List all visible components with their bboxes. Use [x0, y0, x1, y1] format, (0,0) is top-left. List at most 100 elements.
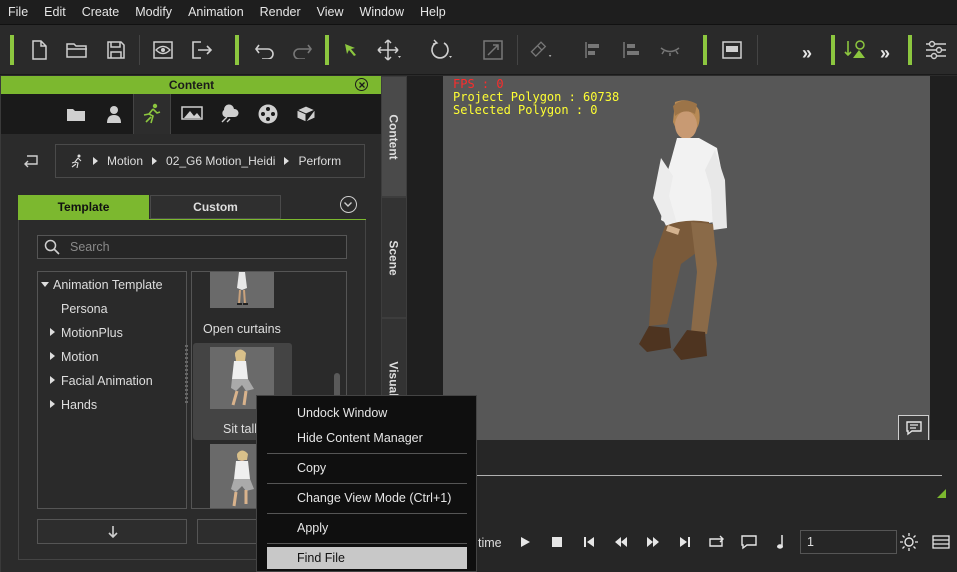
- chat-bubble-icon[interactable]: [898, 415, 929, 441]
- transform-icon[interactable]: [843, 37, 869, 63]
- menu-file[interactable]: File: [0, 0, 36, 25]
- tree-item-label: Persona: [61, 302, 108, 316]
- menu-window[interactable]: Window: [352, 0, 412, 25]
- menu-edit[interactable]: Edit: [36, 0, 74, 25]
- menu-modify[interactable]: Modify: [127, 0, 180, 25]
- back-icon[interactable]: [21, 152, 41, 168]
- stage-icon[interactable]: [173, 94, 211, 134]
- folder-icon[interactable]: [57, 94, 95, 134]
- thumbnail-caption: Open curtains: [203, 322, 281, 336]
- chevron-right-icon[interactable]: [50, 400, 55, 408]
- tree-item-facial-animation[interactable]: Facial Animation: [50, 374, 153, 388]
- previous-frame-icon[interactable]: [610, 531, 632, 553]
- menu-separator: [267, 453, 467, 454]
- move-icon[interactable]: [376, 37, 402, 63]
- menu-view[interactable]: View: [309, 0, 352, 25]
- search-input[interactable]: Search: [37, 235, 347, 259]
- toolbar-separator: [235, 35, 239, 65]
- go-to-end-icon[interactable]: [674, 531, 696, 553]
- chevron-right-icon[interactable]: [50, 352, 55, 360]
- chevron-down-icon[interactable]: [340, 196, 357, 213]
- tree-item-animation-template[interactable]: Animation Template: [41, 278, 163, 292]
- panel-toggle-icon[interactable]: [930, 531, 952, 553]
- save-icon[interactable]: [103, 37, 129, 63]
- select-arrow-icon[interactable]: [337, 37, 363, 63]
- search-placeholder: Search: [70, 240, 110, 254]
- picture-in-picture-icon[interactable]: [719, 37, 745, 63]
- rotate-icon[interactable]: [428, 37, 454, 63]
- 3d-viewport[interactable]: FPS : 0 Project Polygon : 60738 Selected…: [443, 76, 930, 440]
- download-button[interactable]: [37, 519, 187, 544]
- timeline-track[interactable]: [440, 475, 942, 476]
- frame-number-input[interactable]: 1: [800, 530, 897, 554]
- undo-icon[interactable]: [252, 37, 278, 63]
- link-icon[interactable]: [528, 37, 554, 63]
- panel-title: Content: [168, 78, 215, 92]
- props-box-icon[interactable]: [287, 94, 325, 134]
- breadcrumb-separator: [152, 157, 158, 165]
- selected-polygon-readout: Selected Polygon : 0: [453, 103, 598, 117]
- menu-item-hide-content-manager[interactable]: Hide Content Manager: [267, 427, 467, 449]
- tree-item-label: Animation Template: [53, 278, 163, 292]
- open-folder-icon[interactable]: [64, 37, 90, 63]
- menu-item-copy[interactable]: Copy: [267, 457, 467, 479]
- music-note-icon[interactable]: [770, 531, 792, 553]
- toolbar-overflow-button[interactable]: »: [802, 43, 812, 64]
- side-tab-content[interactable]: Content: [381, 76, 407, 197]
- menu-create[interactable]: Create: [74, 0, 128, 25]
- tree-item-label: Hands: [61, 398, 98, 412]
- menu-render[interactable]: Render: [252, 0, 309, 25]
- side-tab-scene[interactable]: Scene: [381, 197, 407, 318]
- breadcrumb-item-perform[interactable]: Perform: [298, 154, 341, 168]
- tree-item-motionplus[interactable]: MotionPlus: [50, 326, 123, 340]
- menu-item-change-view-mode[interactable]: Change View Mode (Ctrl+1): [267, 487, 467, 509]
- menu-item-apply[interactable]: Apply: [267, 517, 467, 539]
- panel-header: Content: [1, 76, 382, 94]
- loop-icon[interactable]: [706, 531, 728, 553]
- sun-light-icon[interactable]: [898, 531, 920, 553]
- new-file-icon[interactable]: [26, 37, 52, 63]
- align-distribute-icon[interactable]: [619, 37, 645, 63]
- film-reel-icon[interactable]: [249, 94, 287, 134]
- tree-item-persona[interactable]: Persona: [61, 302, 108, 316]
- main-toolbar: » »: [0, 25, 957, 75]
- resize-grip[interactable]: [185, 345, 188, 405]
- subtitle-icon[interactable]: [738, 531, 760, 553]
- menubar: File Edit Create Modify Animation Render…: [0, 0, 957, 25]
- chevron-down-icon[interactable]: [41, 282, 49, 287]
- next-frame-icon[interactable]: [642, 531, 664, 553]
- toolbar-separator: [325, 35, 329, 65]
- menu-separator: [267, 513, 467, 514]
- motion-icon[interactable]: [133, 94, 171, 134]
- preview-eye-icon[interactable]: [150, 37, 176, 63]
- breadcrumb-item-motion[interactable]: Motion: [107, 154, 143, 168]
- tab-template[interactable]: Template: [18, 195, 149, 219]
- stop-icon[interactable]: [546, 531, 568, 553]
- menu-animation[interactable]: Animation: [180, 0, 252, 25]
- tab-custom[interactable]: Custom: [150, 195, 281, 219]
- go-to-start-icon[interactable]: [578, 531, 600, 553]
- export-icon[interactable]: [189, 37, 215, 63]
- play-icon[interactable]: [514, 531, 536, 553]
- menu-help[interactable]: Help: [412, 0, 454, 25]
- toolbar-overflow-button-2[interactable]: »: [880, 43, 890, 64]
- chevron-right-icon[interactable]: [50, 376, 55, 384]
- menu-separator: [267, 543, 467, 544]
- breadcrumb-item-heidi[interactable]: 02_G6 Motion_Heidi: [166, 154, 275, 168]
- seated-man-character[interactable]: [613, 98, 753, 388]
- tree-item-hands[interactable]: Hands: [50, 398, 97, 412]
- close-icon[interactable]: [355, 78, 368, 91]
- thumbnail-open-curtains[interactable]: [210, 272, 274, 308]
- scene-icon[interactable]: [211, 94, 249, 134]
- chevron-right-icon[interactable]: [50, 328, 55, 336]
- menu-item-find-file[interactable]: Find File: [267, 547, 467, 569]
- tree-item-motion[interactable]: Motion: [50, 350, 99, 364]
- scale-icon[interactable]: [480, 37, 506, 63]
- avatar-icon[interactable]: [95, 94, 133, 134]
- align-left-icon[interactable]: [580, 37, 606, 63]
- redo-icon[interactable]: [289, 37, 315, 63]
- eye-closed-icon[interactable]: [657, 37, 683, 63]
- settings-sliders-icon[interactable]: [923, 37, 949, 63]
- tree-item-label: MotionPlus: [61, 326, 123, 340]
- menu-item-undock-window[interactable]: Undock Window: [267, 402, 467, 424]
